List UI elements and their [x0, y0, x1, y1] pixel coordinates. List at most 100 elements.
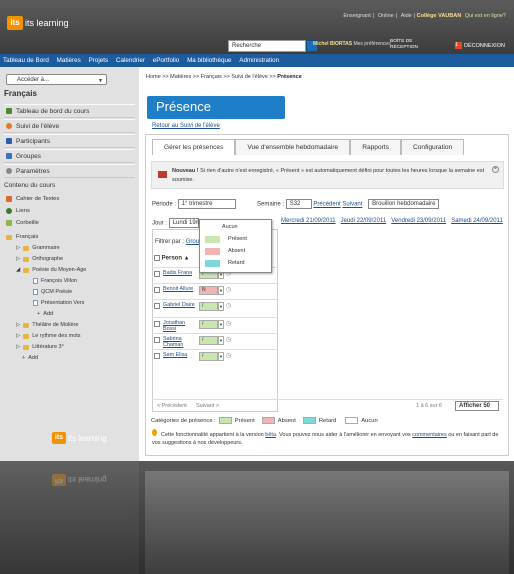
link-online[interactable]: Online — [378, 13, 394, 19]
tree-add-poesie[interactable]: + Add — [37, 311, 53, 317]
comments-link[interactable]: commentaires — [412, 432, 447, 438]
student-name-link[interactable]: Jonathan Bossi — [163, 320, 197, 332]
tab-vue-ensemble[interactable]: Vue d'ensemble hebdomadaire — [235, 139, 351, 155]
clock-icon[interactable]: ◷ — [226, 336, 231, 343]
periode-select[interactable]: 1° trimestre — [177, 199, 236, 209]
semaine-select[interactable]: S32 — [285, 199, 312, 209]
nav-bibliotheque[interactable]: Ma bibliothèque — [187, 57, 231, 64]
sidebar-item-suivi[interactable]: Suivi de l'élève — [4, 119, 135, 133]
presentation-icon — [33, 300, 38, 306]
school-name[interactable]: Collège VAUBAN — [417, 13, 462, 19]
sidebar-item-parametres[interactable]: Paramètres — [4, 164, 135, 178]
main-nav: Tableau de Bord Matières Projets Calendr… — [0, 54, 514, 67]
chevron-down-icon[interactable]: ▼ — [218, 352, 224, 361]
link-aide[interactable]: Aide — [401, 13, 412, 19]
day-link-vendredi[interactable]: Vendredi 23/09/2011 — [391, 218, 446, 224]
sidebar-item-participants[interactable]: Participants — [4, 134, 135, 148]
user-name[interactable]: Michel BIORTAS Mes préférences — [313, 41, 391, 47]
menu-item-present[interactable]: Présent — [200, 234, 273, 245]
menu-item-retard[interactable]: Retard — [200, 258, 273, 269]
row-checkbox[interactable] — [154, 287, 160, 293]
nav-administration[interactable]: Administration — [239, 57, 279, 64]
tree-add-root[interactable]: + Add — [22, 355, 38, 361]
close-icon[interactable]: × — [492, 166, 499, 173]
breadcrumb: Home >> Matières >> Français >> Suivi de… — [146, 74, 302, 80]
sidebar-item-groupes[interactable]: Groupes — [4, 149, 135, 163]
status-select[interactable]: N — [199, 286, 218, 295]
row-checkbox[interactable] — [154, 271, 160, 277]
nav-matieres[interactable]: Matières — [57, 57, 81, 64]
itslearning-logo[interactable]: its its learning — [7, 16, 69, 30]
student-name-link[interactable]: Benoit Allure — [163, 286, 197, 292]
tab-configuration[interactable]: Configuration — [400, 139, 465, 155]
page-size-select[interactable]: Afficher 50 — [455, 401, 499, 411]
clock-icon[interactable]: ◷ — [226, 320, 231, 327]
nav-eportfolio[interactable]: ePortfolio — [153, 57, 180, 64]
search-input[interactable]: Recherche — [228, 40, 306, 52]
menu-item-absent[interactable]: Absent — [200, 246, 273, 257]
tree-litterature[interactable]: ▷ Littérature 3° — [16, 344, 64, 350]
day-link-mercredi[interactable]: Mercredi 21/09/2011 — [281, 218, 336, 224]
tree-presentation[interactable]: Présentation Vers — [33, 300, 84, 306]
student-name-link[interactable]: Gabriel Daire — [163, 302, 197, 308]
tree-rythme[interactable]: ▷ Le rythme des mots — [16, 333, 81, 339]
beta-link[interactable]: bêta — [265, 432, 276, 438]
select-all-checkbox[interactable] — [154, 255, 160, 261]
row-checkbox[interactable] — [154, 303, 160, 309]
jour-select[interactable]: Lundi 19/0 — [168, 218, 201, 228]
chevron-down-icon[interactable]: ▼ — [218, 320, 224, 329]
status-select[interactable]: / — [199, 336, 218, 345]
row-checkbox[interactable] — [154, 321, 160, 327]
who-online-link[interactable]: Qui est en ligne? — [465, 13, 506, 19]
clock-icon[interactable]: ◷ — [226, 286, 231, 293]
logout-button[interactable]: 1 DÉCONNEXION — [455, 42, 505, 49]
student-name-link[interactable]: Sabrina Chaman — [163, 336, 197, 348]
day-link-jeudi[interactable]: Jeudi 22/09/2011 — [341, 218, 387, 224]
student-name-link[interactable]: Sam Elisa — [163, 352, 197, 358]
chevron-down-icon[interactable]: ▼ — [218, 302, 224, 311]
student-name-link[interactable]: Badis Frana — [163, 270, 197, 276]
mailbox-link[interactable]: BOÎTE DE RÉCEPTION — [390, 39, 422, 51]
pager-prev[interactable]: < Précédent — [157, 403, 187, 409]
nav-calendrier[interactable]: Calendrier — [116, 57, 145, 64]
tree-poesie[interactable]: ◢ Poésie du Moyen-Age — [16, 267, 86, 273]
sidebar-item-cahier[interactable]: Cahier de Textes — [4, 194, 135, 204]
sidebar-item-liens[interactable]: Liens — [4, 206, 135, 216]
status-select[interactable]: / — [199, 302, 218, 311]
nav-projets[interactable]: Projets — [89, 57, 109, 64]
status-dropdown-menu: Aucun Présent Absent Retard — [199, 219, 272, 273]
sidebar-item-dashboard[interactable]: Tableau de bord du cours — [4, 104, 135, 118]
chevron-down-icon[interactable]: ▼ — [218, 286, 224, 295]
tree-villon[interactable]: François Villon — [33, 278, 77, 284]
preferences-link[interactable]: Mes préférences — [353, 41, 390, 47]
row-checkbox[interactable] — [154, 337, 160, 343]
sidebar-item-corbeille[interactable]: Corbeille — [4, 218, 135, 228]
menu-item-aucun[interactable]: Aucun — [200, 222, 273, 233]
clock-icon[interactable]: ◷ — [226, 302, 231, 309]
col-person[interactable]: Person — [162, 256, 182, 262]
filter-link[interactable]: Grou — [186, 239, 199, 245]
prev-week-link[interactable]: Précédent — [313, 202, 340, 208]
tree-moliere[interactable]: ▷ Théâtre de Molière — [16, 322, 78, 328]
access-select[interactable]: Accéder à... ▼ — [6, 74, 107, 85]
sidebar-item-francais[interactable]: Français — [4, 232, 135, 242]
status-select[interactable]: / — [199, 320, 218, 329]
nav-tableau-de-bord[interactable]: Tableau de Bord — [3, 57, 49, 64]
chevron-down-icon[interactable]: ▼ — [218, 336, 224, 345]
draft-button[interactable]: Brouillon hebdomadaire — [368, 199, 440, 209]
day-links: Mercredi 21/09/2011 Jeudi 22/09/2011 Ven… — [281, 218, 503, 224]
reflected-logo: its its learning — [52, 474, 107, 486]
next-week-link[interactable]: Suivant — [342, 202, 362, 208]
tab-rapports[interactable]: Rapports — [350, 139, 401, 155]
row-checkbox[interactable] — [154, 353, 160, 359]
day-link-samedi[interactable]: Samedi 24/09/2011 — [451, 218, 503, 224]
clock-icon[interactable]: ◷ — [226, 352, 231, 359]
tab-gerer[interactable]: Gérer les présences — [152, 139, 236, 155]
status-select[interactable]: / — [199, 352, 218, 361]
back-link[interactable]: Retour au Suivi de l'élève — [152, 123, 220, 129]
tree-orthographe[interactable]: ▷ Orthographe — [16, 256, 63, 262]
link-enseignant[interactable]: Enseignant — [343, 13, 371, 19]
pager-next[interactable]: Suivant > — [196, 403, 219, 409]
tree-grammaire[interactable]: ▷ Grammaire — [16, 245, 60, 251]
tree-qcm[interactable]: QCM Poésie — [33, 289, 72, 295]
